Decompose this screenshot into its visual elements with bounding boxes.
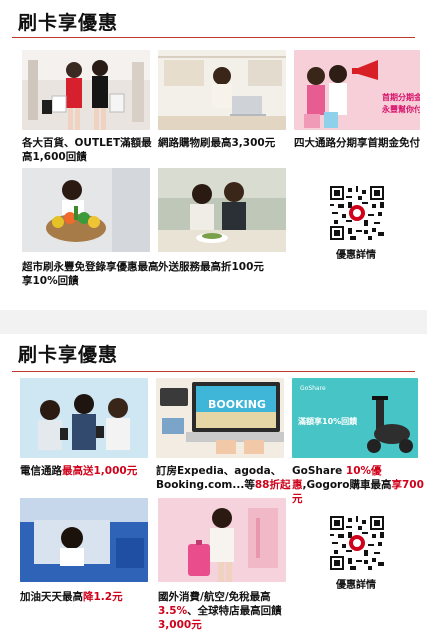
caption-highlight: 88折起 <box>254 479 291 491</box>
promo-caption: 外送服務最高折100元 <box>158 261 264 273</box>
section-title: 刷卡享優惠 <box>18 12 119 34</box>
caption-highlight: 3,000元 <box>158 619 202 631</box>
caption-part: 電信通路 <box>20 465 62 477</box>
promo-caption: 訂房Expedia、agoda、Booking.com...等88折起 <box>156 464 296 492</box>
banner-line-1: 首期分期金 <box>382 92 420 102</box>
qr-label: 優惠詳情 <box>336 580 376 591</box>
promo-caption: 超市刷永豐免登錄享優惠最高享10%回饋 <box>22 261 159 287</box>
promo-caption: 各大百貨、OUTLET滿額最高1,600回饋 <box>22 137 152 163</box>
caption-highlight: 降1.2元 <box>83 591 123 603</box>
caption-part: GoShare <box>292 465 346 477</box>
car-woman-image <box>20 498 148 582</box>
goshare-promo-text: 滿額享10%回饋 <box>297 416 357 426</box>
booking-word: BOOKING <box>208 398 266 411</box>
laptop-shopping-image <box>158 50 286 130</box>
title-divider <box>12 371 415 372</box>
caption-part: 國外消費/航空/免稅最高 <box>158 591 271 603</box>
qr-code[interactable] <box>330 516 384 570</box>
goshare-brand-text: GoShare <box>300 385 326 392</box>
telecom-friends-image <box>20 378 148 458</box>
friends-eating-image <box>158 168 286 252</box>
title-divider <box>12 37 415 38</box>
travel-woman-image <box>158 498 286 582</box>
promo-section-2: 刷卡享優惠 電信通路最高送1,000元 BOOKING 訂房Expedia、ag… <box>0 334 427 640</box>
caption-highlight: 最高送1,000元 <box>62 465 138 477</box>
shopping-women-image <box>22 50 150 130</box>
caption-part: 、全球特店最高回饋 <box>187 605 282 617</box>
caption-part: Gogoro購車最高 <box>306 479 392 491</box>
section-title: 刷卡享優惠 <box>18 344 119 366</box>
promo-caption: 電信通路最高送1,000元 <box>20 464 160 478</box>
qr-label: 優惠詳情 <box>336 250 376 261</box>
grocery-woman-image <box>22 168 150 252</box>
promo-caption: GoShare 10%優惠,Gogoro購車最高享700元 <box>292 464 424 506</box>
section-separator <box>0 310 427 334</box>
booking-laptop-image: BOOKING <box>156 378 284 458</box>
promo-section-1: 刷卡享優惠 各大百貨、OUTLET滿額最高1,600回饋 網路購物刷最高3,30… <box>0 0 427 310</box>
goshare-scooter-image: GoShare 滿額享10%回饋 <box>292 378 418 458</box>
banner-line-2: 永豐幫你付 <box>381 104 420 114</box>
caption-highlight: 3.5% <box>158 605 188 617</box>
installment-banner-image: 首期分期金 永豐幫你付 <box>294 50 420 130</box>
promo-caption: 四大通路分期享首期金免付 <box>294 137 420 149</box>
promo-caption: 國外消費/航空/免稅最高 3.5%、全球特店最高回饋 3,000元 <box>158 590 290 632</box>
caption-part: 加油天天最高 <box>20 591 83 603</box>
promo-caption: 網路購物刷最高3,300元 <box>158 137 276 149</box>
qr-code[interactable] <box>330 186 384 240</box>
promo-caption: 加油天天最高降1.2元 <box>20 590 160 604</box>
